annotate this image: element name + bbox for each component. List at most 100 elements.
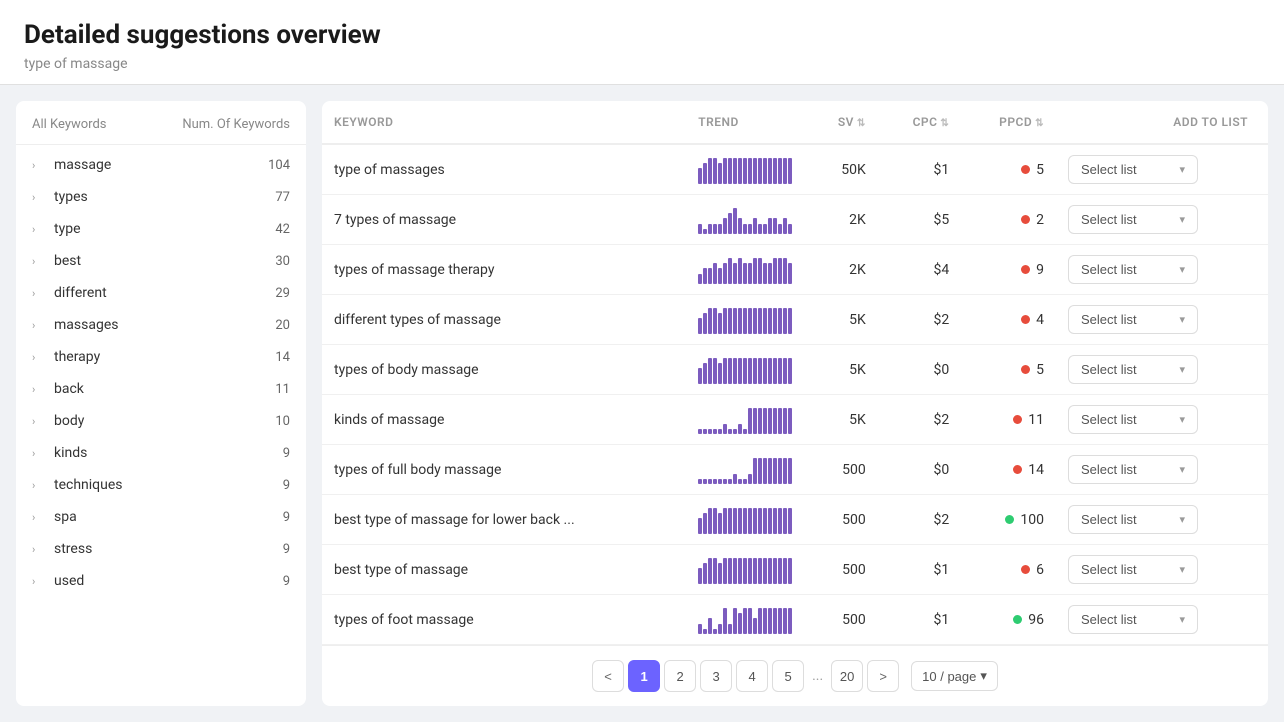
sidebar-item-label: spa <box>54 509 283 525</box>
trend-bar <box>738 308 742 334</box>
ppcd-value: 100 <box>973 512 1044 528</box>
trend-bar <box>698 568 702 584</box>
sidebar-item[interactable]: › massage 104 <box>16 149 306 181</box>
last-page-button[interactable]: 20 <box>831 660 863 692</box>
ppcd-dot <box>1013 615 1022 624</box>
trend-bar <box>723 424 727 434</box>
col-ppcd[interactable]: PPCD <box>961 101 1056 144</box>
select-list-label: Select list <box>1081 212 1137 227</box>
ppcd-cell: 9 <box>961 245 1056 295</box>
trend-bar <box>708 268 712 284</box>
ppcd-number: 5 <box>1036 162 1044 178</box>
trend-bar <box>698 168 702 184</box>
select-list-button[interactable]: Select list ▾ <box>1068 205 1198 234</box>
action-cell: Select list ▾ <box>1056 345 1268 395</box>
select-list-button[interactable]: Select list ▾ <box>1068 505 1198 534</box>
trend-bar <box>738 508 742 534</box>
page-button-3[interactable]: 3 <box>700 660 732 692</box>
trend-bar <box>773 358 777 384</box>
sv-cell: 5K <box>806 395 877 445</box>
trend-bar <box>718 513 722 534</box>
sidebar-item[interactable]: › types 77 <box>16 181 306 213</box>
keyword-cell: best type of massage for lower back ... <box>322 495 686 545</box>
trend-bar <box>703 268 707 284</box>
trend-bar <box>768 458 772 484</box>
trend-bar <box>748 158 752 184</box>
trend-bar <box>718 479 722 484</box>
trend-bar <box>773 308 777 334</box>
trend-bar <box>718 224 722 234</box>
select-list-button[interactable]: Select list ▾ <box>1068 605 1198 634</box>
select-list-button[interactable]: Select list ▾ <box>1068 155 1198 184</box>
sidebar-item-label: types <box>54 189 275 205</box>
page-title: Detailed suggestions overview <box>24 20 1260 50</box>
table-row: best type of massage for lower back ... … <box>322 495 1268 545</box>
trend-bar <box>703 563 707 584</box>
trend-bar <box>773 258 777 284</box>
chevron-right-icon: › <box>32 574 46 588</box>
trend-bar <box>758 308 762 334</box>
trend-bar <box>783 308 787 334</box>
sidebar-col1-label: All Keywords <box>32 117 107 132</box>
action-cell: Select list ▾ <box>1056 245 1268 295</box>
page-button-1[interactable]: 1 <box>628 660 660 692</box>
page-button-4[interactable]: 4 <box>736 660 768 692</box>
trend-bar <box>728 213 732 234</box>
table-row: types of full body massage 500 $0 14 Sel… <box>322 445 1268 495</box>
sidebar-item[interactable]: › techniques 9 <box>16 469 306 501</box>
sidebar-item[interactable]: › used 9 <box>16 565 306 597</box>
sidebar-item[interactable]: › spa 9 <box>16 501 306 533</box>
trend-bar <box>733 358 737 384</box>
trend-bar <box>738 558 742 584</box>
content-area: All Keywords Num. Of Keywords › massage … <box>0 85 1284 722</box>
sidebar-item[interactable]: › stress 9 <box>16 533 306 565</box>
select-list-button[interactable]: Select list ▾ <box>1068 405 1198 434</box>
page-button-2[interactable]: 2 <box>664 660 696 692</box>
sidebar-item[interactable]: › therapy 14 <box>16 341 306 373</box>
select-list-button[interactable]: Select list ▾ <box>1068 455 1198 484</box>
ppcd-value: 96 <box>973 612 1044 628</box>
sidebar-item-label: body <box>54 413 275 429</box>
prev-page-button[interactable]: < <box>592 660 624 692</box>
sidebar-item[interactable]: › body 10 <box>16 405 306 437</box>
trend-bar <box>713 429 717 434</box>
cpc-cell: $2 <box>878 295 962 345</box>
sv-cell: 2K <box>806 195 877 245</box>
trend-bar <box>768 508 772 534</box>
trend-bar <box>778 508 782 534</box>
ppcd-value: 4 <box>973 312 1044 328</box>
sidebar-item[interactable]: › massages 20 <box>16 309 306 341</box>
sidebar-item[interactable]: › kinds 9 <box>16 437 306 469</box>
sidebar-item[interactable]: › different 29 <box>16 277 306 309</box>
trend-bar <box>783 558 787 584</box>
sidebar-item-label: type <box>54 221 275 237</box>
select-list-button[interactable]: Select list ▾ <box>1068 255 1198 284</box>
col-cpc[interactable]: CPC <box>878 101 962 144</box>
select-list-button[interactable]: Select list ▾ <box>1068 555 1198 584</box>
trend-bars <box>698 506 794 534</box>
action-cell: Select list ▾ <box>1056 395 1268 445</box>
chevron-right-icon: › <box>32 350 46 364</box>
trend-bar <box>783 358 787 384</box>
per-page-selector[interactable]: 10 / page ▾ <box>911 661 998 691</box>
trend-bar <box>783 258 787 284</box>
trend-bar <box>788 224 792 234</box>
sidebar-item[interactable]: › best 30 <box>16 245 306 277</box>
select-list-button[interactable]: Select list ▾ <box>1068 355 1198 384</box>
trend-bar <box>788 308 792 334</box>
trend-bar <box>773 458 777 484</box>
cpc-cell: $4 <box>878 245 962 295</box>
sidebar-item[interactable]: › type 42 <box>16 213 306 245</box>
col-sv[interactable]: SV <box>806 101 877 144</box>
trend-bar <box>778 408 782 434</box>
page-button-5[interactable]: 5 <box>772 660 804 692</box>
sidebar-item-label: back <box>54 381 275 397</box>
trend-bar <box>743 608 747 634</box>
ppcd-value: 5 <box>973 162 1044 178</box>
cpc-cell: $5 <box>878 195 962 245</box>
sidebar-item[interactable]: › back 11 <box>16 373 306 405</box>
table-row: best type of massage 500 $1 6 Select lis… <box>322 545 1268 595</box>
trend-bar <box>733 158 737 184</box>
select-list-button[interactable]: Select list ▾ <box>1068 305 1198 334</box>
next-page-button[interactable]: > <box>867 660 899 692</box>
